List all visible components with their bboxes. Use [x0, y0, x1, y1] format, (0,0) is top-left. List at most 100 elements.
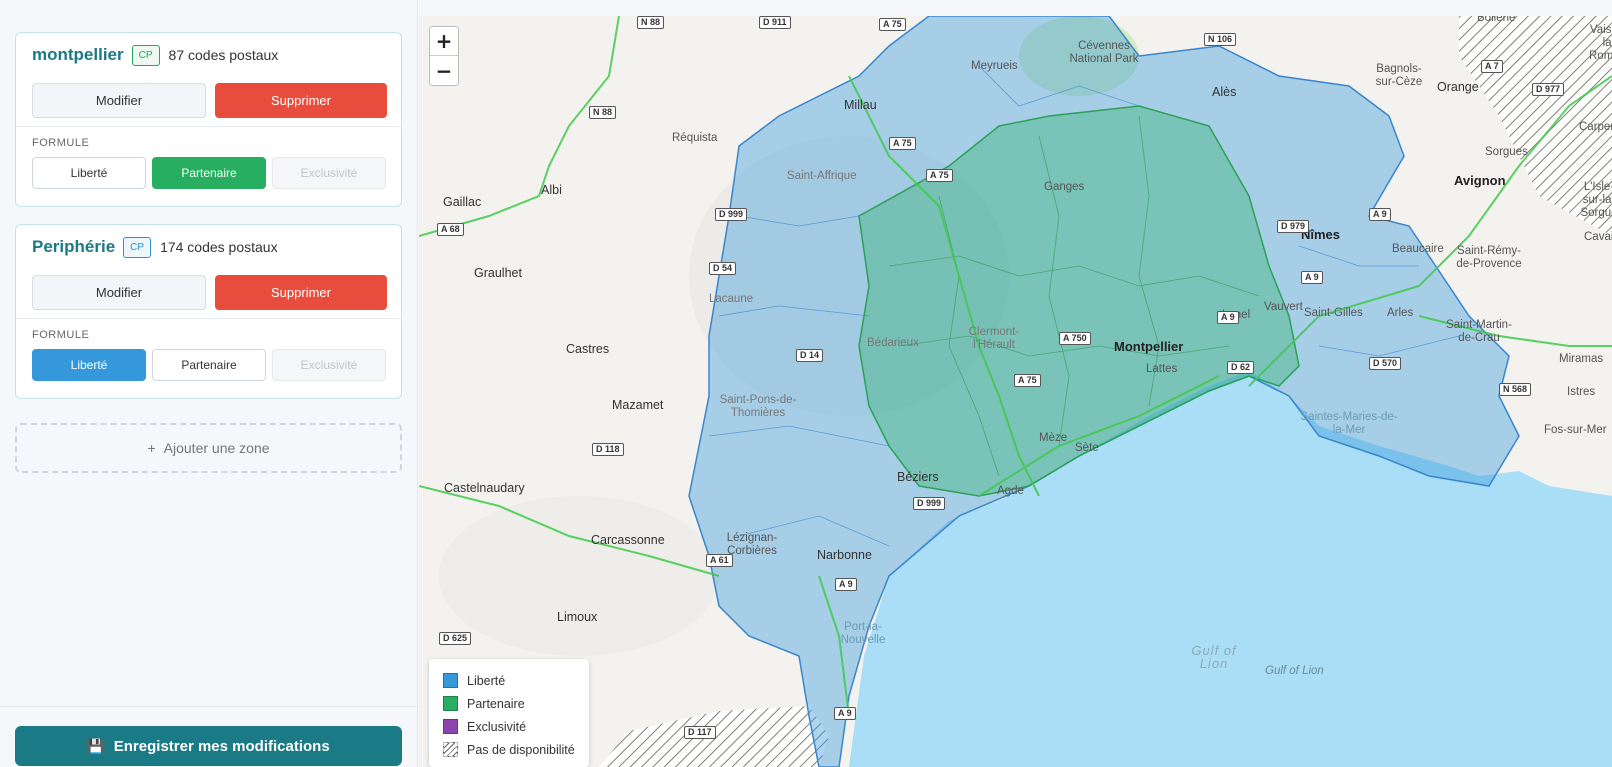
zones-sidebar: montpellier CP 87 codes postaux Modifier… [0, 0, 418, 767]
map-label-lacaune: Lacaune [709, 293, 754, 305]
legend-item-indisponible: Pas de disponibilité [443, 738, 575, 761]
map-label-saint-pons: Saint-Pons-de-Thomières [719, 394, 797, 419]
zone-map[interactable]: Montpellier Nîmes Avignon Béziers Narbon… [419, 16, 1612, 767]
map-label-lattes: Lattes [1146, 363, 1178, 375]
map-label-gulf-of-lion: Gulf of Lion [1191, 643, 1237, 671]
road-shield: D 570 [1369, 357, 1402, 370]
edit-zone-button[interactable]: Modifier [32, 83, 206, 118]
map-label-carcassonne: Carcassonne [591, 533, 665, 547]
map-label-montpellier: Montpellier [1114, 339, 1184, 354]
zoom-in-button[interactable]: + [430, 27, 458, 56]
add-zone-button[interactable]: + Ajouter une zone [15, 423, 402, 473]
map-label-meyrueis: Meyrueis [971, 60, 1018, 72]
road-shield: A 75 [889, 137, 916, 150]
legend-swatch-green [443, 696, 458, 711]
map-label-gulf-of-lion-2: Gulf of Lion [1265, 665, 1324, 677]
map-label-beziers: Béziers [897, 470, 939, 484]
divider [16, 126, 401, 127]
road-shield: N 88 [637, 16, 665, 29]
map-label-requista: Réquista [672, 132, 718, 144]
legend-item-partenaire: Partenaire [443, 692, 575, 715]
map-label-fos: Fos-sur-Mer [1544, 424, 1607, 436]
map-label-carpentras: Carpentras [1579, 121, 1612, 133]
road-shield: D 911 [759, 16, 791, 29]
map-label-vaison: Vaison-la-Romaine [1589, 24, 1612, 62]
formule-partenaire-button[interactable]: Partenaire [152, 157, 266, 189]
map-label-miramas: Miramas [1559, 353, 1604, 365]
delete-zone-button[interactable]: Supprimer [215, 275, 387, 310]
delete-zone-button[interactable]: Supprimer [215, 83, 387, 118]
legend-swatch-hatched [443, 742, 458, 757]
road-shield: D 999 [913, 497, 946, 510]
floppy-disk-icon: 💾 [87, 737, 105, 754]
save-changes-button[interactable]: 💾 Enregistrer mes modifications [15, 726, 402, 766]
road-shield: A 9 [1301, 271, 1323, 284]
map-label-saint-martin: Saint-Martin-de-Crau [1446, 319, 1512, 344]
legend-label: Partenaire [467, 696, 525, 711]
road-shield: A 750 [1059, 332, 1091, 345]
cp-badge: CP [123, 236, 152, 258]
map-label-cevennes: Cévennes National Park [1069, 40, 1139, 65]
road-shield: D 14 [796, 349, 824, 362]
map-canvas [419, 16, 1612, 767]
road-shield: D 118 [592, 443, 624, 456]
map-label-ganges: Ganges [1044, 181, 1085, 193]
zone-name: montpellier [32, 45, 124, 64]
road-shield: A 61 [706, 554, 733, 567]
map-label-ales: Alès [1212, 85, 1237, 99]
map-label-sorgues: Sorgues [1485, 146, 1528, 158]
map-label-orange: Orange [1437, 80, 1479, 94]
road-shield: N 106 [1204, 33, 1237, 46]
road-shield: D 625 [439, 632, 472, 645]
divider [16, 318, 401, 319]
formule-exclusivite-button: Exclusivité [272, 349, 386, 381]
zone-name: Periphérie [32, 237, 116, 256]
road-shield: A 68 [437, 223, 464, 236]
zone-postal-count: 174 codes postaux [160, 239, 278, 255]
road-shield: A 9 [834, 707, 856, 720]
legend-label: Pas de disponibilité [467, 742, 575, 757]
map-label-sete: Sète [1075, 442, 1099, 454]
zone-card-peripherie: Periphérie CP 174 codes postaux Modifier… [15, 224, 402, 399]
map-label-lisle: L'Isle-sur-la-Sorgue [1580, 181, 1612, 219]
road-shield: D 979 [1277, 220, 1310, 233]
save-label: Enregistrer mes modifications [113, 737, 330, 755]
plus-icon: + [147, 440, 156, 456]
map-label-saint-remy: Saint-Rémy-de-Provence [1456, 245, 1522, 270]
zone-header: montpellier CP 87 codes postaux [32, 43, 278, 67]
map-label-bollene: Bollène [1477, 16, 1516, 24]
road-shield: A 75 [879, 18, 906, 31]
formule-partenaire-button[interactable]: Partenaire [152, 349, 266, 381]
map-label-istres: Istres [1567, 386, 1596, 398]
map-label-gaillac: Gaillac [443, 195, 482, 209]
road-shield: A 9 [835, 578, 857, 591]
zoom-control: + − [429, 26, 459, 86]
map-label-albi: Albi [541, 183, 562, 197]
map-label-mazamet: Mazamet [612, 398, 664, 412]
map-label-bedarieux: Bédarieux [867, 337, 919, 349]
zone-header: Periphérie CP 174 codes postaux [32, 235, 278, 259]
road-shield: D 977 [1532, 83, 1565, 96]
map-label-castelnaudary: Castelnaudary [444, 481, 525, 495]
map-label-meze: Mèze [1039, 432, 1068, 444]
road-shield: A 75 [1014, 374, 1041, 387]
road-shield: A 9 [1369, 208, 1391, 221]
map-legend: Liberté Partenaire Exclusivité Pas de di… [429, 659, 589, 767]
road-shield: D 54 [709, 262, 737, 275]
formule-label: FORMULE [32, 329, 90, 341]
map-label-saint-affrique: Saint-Affrique [787, 170, 857, 182]
map-label-arles: Arles [1387, 307, 1414, 319]
zoom-out-button[interactable]: − [430, 56, 458, 85]
add-zone-label: Ajouter une zone [163, 440, 270, 456]
map-label-vauvert: Vauvert [1264, 301, 1303, 313]
formule-label: FORMULE [32, 137, 90, 149]
map-label-bagnols: Bagnols-sur-Cèze [1375, 63, 1423, 88]
formule-liberte-button[interactable]: Liberté [32, 349, 146, 381]
map-label-saintes-maries: Saintes-Maries-de-la-Mer [1300, 411, 1398, 436]
legend-label: Liberté [467, 673, 506, 688]
formule-liberte-button[interactable]: Liberté [32, 157, 146, 189]
legend-label: Exclusivité [467, 719, 527, 734]
edit-zone-button[interactable]: Modifier [32, 275, 206, 310]
map-label-avignon: Avignon [1454, 173, 1506, 188]
zone-postal-count: 87 codes postaux [168, 47, 279, 63]
